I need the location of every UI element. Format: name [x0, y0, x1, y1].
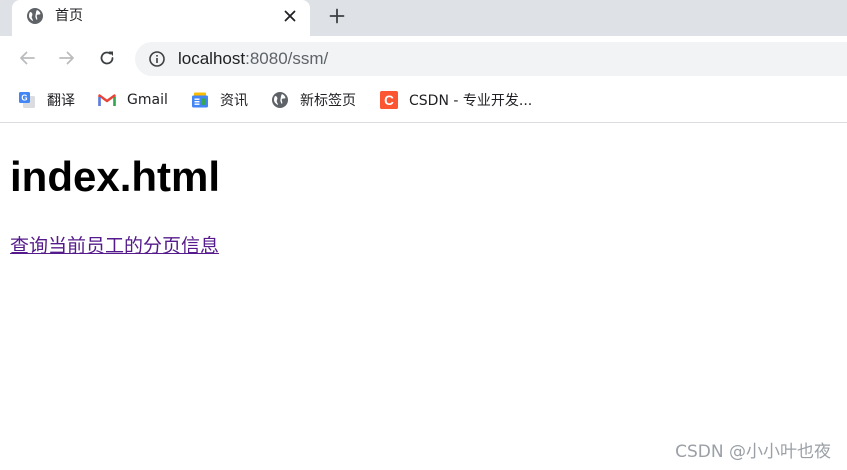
- bookmark-label: 资讯: [220, 93, 248, 109]
- browser-window: 首页 localhost:8080/ssm/ G 翻译 Gmail 资讯 新标签…: [0, 0, 847, 470]
- csdn-icon: C: [380, 91, 398, 109]
- globe-icon: [26, 7, 44, 25]
- query-employees-link[interactable]: 查询当前员工的分页信息: [10, 231, 219, 258]
- bookmark-new-tab[interactable]: 新标签页: [271, 90, 356, 110]
- tab-strip: 首页: [0, 0, 847, 36]
- bookmark-gmail[interactable]: Gmail: [98, 90, 168, 110]
- bookmark-csdn[interactable]: C CSDN - 专业开发...: [380, 90, 532, 110]
- close-icon[interactable]: [282, 8, 298, 24]
- url-path: :8080/ssm/: [245, 49, 329, 68]
- tab-title: 首页: [55, 8, 83, 24]
- globe-icon: [271, 91, 289, 109]
- page-content: index.html 查询当前员工的分页信息 CSDN @小小叶也夜: [0, 123, 847, 470]
- google-news-icon: [191, 91, 209, 109]
- reload-icon[interactable]: [96, 47, 118, 69]
- bookmark-label: 新标签页: [300, 93, 356, 109]
- bookmark-news[interactable]: 资讯: [191, 90, 248, 110]
- info-icon[interactable]: [148, 50, 166, 68]
- bookmark-translate[interactable]: G 翻译: [18, 90, 75, 110]
- bookmark-label: 翻译: [47, 93, 75, 109]
- address-bar[interactable]: localhost:8080/ssm/: [135, 42, 847, 76]
- bookmarks-bar: G 翻译 Gmail 资讯 新标签页 C CSDN - 专业开发...: [0, 80, 847, 123]
- bookmark-label: CSDN - 专业开发...: [409, 93, 533, 109]
- toolbar: localhost:8080/ssm/: [0, 36, 847, 80]
- gmail-icon: [98, 91, 116, 109]
- watermark: CSDN @小小叶也夜: [675, 442, 831, 462]
- url-text[interactable]: localhost:8080/ssm/: [178, 49, 328, 69]
- svg-text:G: G: [21, 94, 27, 103]
- svg-text:C: C: [384, 93, 394, 108]
- url-host: localhost: [178, 49, 246, 68]
- page-title: index.html: [10, 153, 221, 200]
- tab-home[interactable]: 首页: [12, 0, 310, 36]
- bookmark-label: Gmail: [127, 92, 168, 108]
- arrow-left-icon[interactable]: [16, 47, 38, 69]
- google-translate-icon: G: [18, 91, 36, 109]
- arrow-right-icon[interactable]: [56, 47, 78, 69]
- plus-icon[interactable]: [327, 6, 347, 26]
